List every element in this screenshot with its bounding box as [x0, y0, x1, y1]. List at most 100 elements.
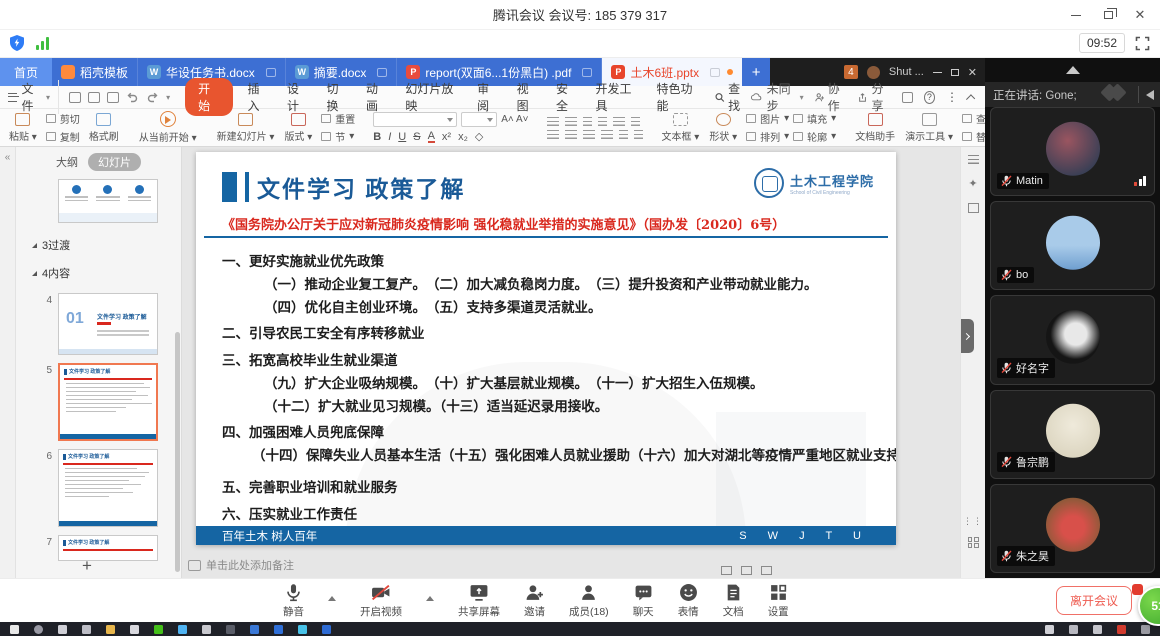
slide-title-block[interactable]: 文件学习 政策了解	[222, 170, 465, 204]
slide-thumbnail-6[interactable]: 文件学习 政策了解	[58, 449, 158, 527]
slide-thumbnail-4[interactable]: 01 文件学习 政策了解	[58, 293, 158, 355]
qat-more-caret[interactable]: ▾	[166, 93, 170, 102]
more-options-icon[interactable]: ⋮	[946, 90, 958, 104]
menu-find[interactable]: 查找	[709, 80, 749, 114]
italic-button[interactable]: I	[388, 131, 391, 143]
reading-view-icon[interactable]	[761, 566, 772, 575]
taskbar-app-icon[interactable]	[154, 625, 163, 634]
section-transition[interactable]: 3过渡	[16, 227, 181, 255]
window-pin-icon[interactable]	[902, 92, 912, 103]
current-slide[interactable]: 文件学习 政策了解 土木工程学院 School of Civil Enginee…	[196, 152, 896, 545]
menu-security[interactable]: 安全	[548, 80, 585, 114]
font-name-select[interactable]	[373, 112, 457, 127]
font-color-button[interactable]: A	[428, 131, 435, 143]
help-icon[interactable]: ?	[924, 91, 935, 104]
layout-pane-icon[interactable]	[968, 203, 979, 213]
participant-tile-luzongpeng[interactable]: 鲁宗鹏	[990, 390, 1155, 479]
menu-design[interactable]: 设计	[279, 80, 316, 114]
play-from-current-button[interactable]: 从当前开始 ▾	[134, 111, 202, 144]
align-center-icon[interactable]	[565, 130, 577, 139]
menu-view[interactable]: 视图	[509, 80, 546, 114]
settings-button[interactable]: 设置	[768, 583, 789, 619]
subscript-button[interactable]: x₂	[458, 131, 468, 143]
tab-preview-icon[interactable]	[710, 68, 720, 77]
restore-button[interactable]	[1092, 0, 1124, 30]
minimize-button[interactable]	[1060, 0, 1092, 30]
superscript-button[interactable]: x²	[442, 131, 451, 143]
protection-shield-icon[interactable]	[8, 34, 26, 52]
invite-button[interactable]: 邀请	[524, 583, 545, 619]
redo-icon[interactable]	[146, 91, 159, 103]
presenter-tools-button[interactable]: 演示工具 ▾	[900, 113, 958, 143]
slides-tab[interactable]: 幻灯片	[88, 153, 141, 171]
menu-slideshow[interactable]: 幻灯片放映	[397, 80, 467, 114]
strikethrough-button[interactable]: S	[413, 131, 420, 143]
print-icon[interactable]	[107, 92, 119, 103]
close-button[interactable]: ✕	[1124, 0, 1156, 30]
picture-button[interactable]: 图片 ▾ 填充 ▾	[746, 111, 836, 126]
taskbar-tray-icon[interactable]	[1069, 625, 1078, 634]
taskbar-app-icon[interactable]	[250, 625, 259, 634]
bg-minimize-icon[interactable]	[933, 72, 942, 73]
members-button[interactable]: 成员(18)	[569, 583, 609, 619]
underline-button[interactable]: U	[398, 131, 406, 143]
network-signal-icon[interactable]	[36, 36, 49, 50]
bold-button[interactable]: B	[373, 131, 381, 143]
thumbnail-scrollbar[interactable]	[175, 332, 180, 572]
collapse-ribbon-icon[interactable]	[966, 94, 975, 103]
bullet-list-icon[interactable]	[547, 117, 559, 126]
slide-layout-button[interactable]: 版式 ▾	[279, 113, 317, 143]
policy-document-title[interactable]: 《国务院办公厅关于应对新冠肺炎疫情影响 强化稳就业举措的实施意见》（国办发〔20…	[222, 214, 876, 233]
menu-insert[interactable]: 插入	[240, 80, 277, 114]
increase-indent-icon[interactable]	[598, 117, 607, 126]
beautify-icon[interactable]: ✦	[968, 177, 977, 190]
notes-placeholder[interactable]: 单击此处添加备注	[188, 557, 294, 573]
collaborate-button[interactable]: 协作	[815, 80, 848, 114]
taskbar-app-icon[interactable]	[202, 625, 211, 634]
export-icon[interactable]	[88, 92, 100, 103]
taskbar-app-icon[interactable]	[274, 625, 283, 634]
tab-docer[interactable]: 稻壳模板	[52, 58, 138, 86]
paragraph-settings-icon[interactable]	[634, 130, 643, 139]
fullscreen-icon[interactable]	[1135, 36, 1150, 51]
font-size-select[interactable]	[461, 112, 497, 127]
paste-button[interactable]: 粘贴 ▾	[4, 113, 42, 143]
bg-close-icon[interactable]: ✕	[968, 66, 977, 79]
numbered-list-icon[interactable]	[565, 117, 577, 126]
justify-icon[interactable]	[601, 130, 613, 139]
taskbar-app-icon[interactable]	[298, 625, 307, 634]
text-direction-icon[interactable]	[613, 117, 625, 126]
back-arrow-button[interactable]	[1138, 86, 1154, 103]
slide-thumbnail[interactable]	[58, 179, 158, 223]
file-menu[interactable]: 文件▾	[8, 80, 59, 114]
taskbar-app-icon[interactable]	[226, 625, 235, 634]
add-slide-button[interactable]: +	[82, 556, 92, 576]
slide-canvas[interactable]: 文件学习 政策了解 土木工程学院 School of Civil Enginee…	[182, 147, 960, 578]
taskbar-search-icon[interactable]	[34, 625, 43, 634]
menu-animation[interactable]: 动画	[358, 80, 395, 114]
emoji-button[interactable]: 表情	[678, 583, 699, 619]
share-button[interactable]: 分享	[858, 80, 891, 114]
taskbar-app-icon[interactable]	[82, 625, 91, 634]
properties-pane-icon[interactable]	[968, 155, 979, 164]
participant-tile-haomingzi[interactable]: 好名字	[990, 295, 1155, 384]
taskbar-start-icon[interactable]	[10, 625, 19, 634]
format-painter-button[interactable]: 格式刷	[84, 113, 124, 143]
taskbar-app-icon[interactable]	[58, 625, 67, 634]
mic-options-caret[interactable]	[328, 596, 336, 601]
participant-tile-bo[interactable]: bo	[990, 201, 1155, 290]
chat-button[interactable]: 聊天	[633, 583, 654, 619]
slide-thumbnail-7[interactable]: 文件学习 政策了解	[58, 535, 158, 561]
share-screen-button[interactable]: 共享屏幕	[458, 583, 500, 619]
new-slide-button[interactable]: 新建幻灯片 ▾	[212, 113, 280, 143]
slide-sorter-grid-icon[interactable]	[968, 537, 979, 548]
slide-thumbnail-5-selected[interactable]: 文件学习 政策了解	[58, 363, 158, 441]
menu-transition[interactable]: 切换	[318, 80, 355, 114]
leave-meeting-button[interactable]: 离开会议	[1056, 586, 1132, 615]
reset-button[interactable]: 重置	[321, 111, 355, 126]
doc-assistant-button[interactable]: 文档助手	[850, 113, 900, 143]
arrange-button[interactable]: 排列 ▾ 轮廓 ▾	[746, 129, 836, 144]
participant-tile-zhuzhihao[interactable]: 朱之昊	[990, 484, 1155, 573]
docs-button[interactable]: 文档	[723, 583, 744, 619]
panel-collapse-arrow[interactable]	[985, 58, 1160, 82]
